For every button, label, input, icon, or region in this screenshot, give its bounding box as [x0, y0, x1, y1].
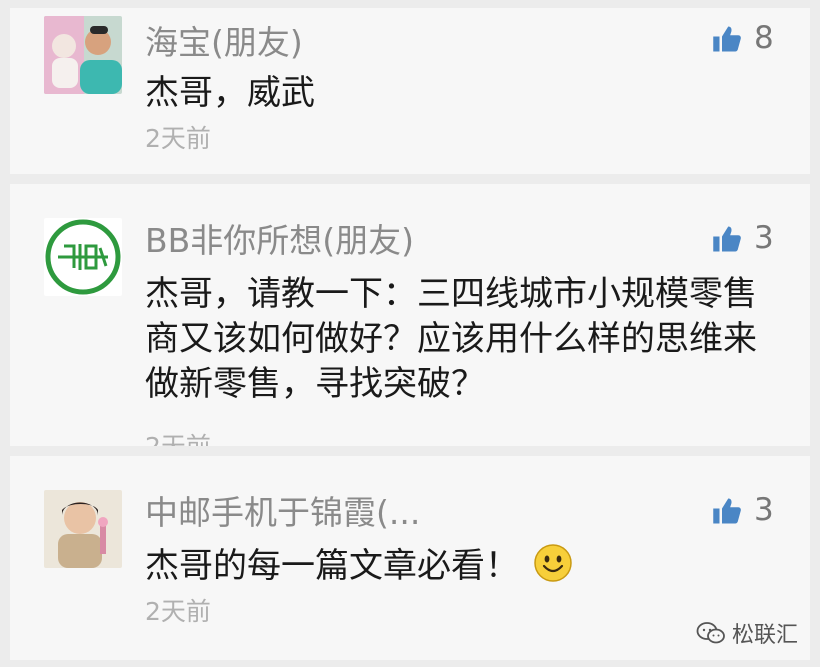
thumbs-up-icon [713, 26, 741, 51]
like-count: 3 [754, 220, 774, 256]
comment-content: 杰哥的每一篇文章必看！ [145, 543, 765, 589]
comment-author[interactable]: 海宝(朋友) [145, 26, 303, 59]
comment-card: 海宝(朋友) 8 杰哥，威武 2天前 [10, 8, 810, 174]
thumbs-up-icon [713, 226, 741, 251]
green-logo-icon [44, 218, 122, 296]
wechat-icon [696, 622, 725, 644]
thumbs-up-icon [713, 498, 741, 523]
comment-time: 2天前 [145, 597, 211, 626]
like-count: 3 [754, 492, 774, 528]
comment-author[interactable]: 中邮手机于锦霞(... [145, 496, 420, 529]
avatar[interactable] [44, 16, 122, 94]
watermark: 松联汇 [696, 617, 798, 649]
comment-text: 杰哥的每一篇文章必看！ [145, 546, 519, 586]
smile-emoji-icon [534, 544, 572, 582]
avatar[interactable] [44, 490, 122, 568]
comment-content: 杰哥，请教一下：三四线城市小规模零售商又该如何做好？应该用什么样的思维来做新零售… [145, 274, 757, 404]
watermark-label: 松联汇 [732, 623, 799, 648]
comment-time: 2天前 [145, 434, 211, 446]
like-button[interactable]: 3 [712, 223, 774, 254]
like-count: 8 [754, 20, 774, 56]
like-button[interactable]: 3 [712, 495, 774, 526]
like-button[interactable]: 8 [712, 23, 774, 54]
avatar[interactable] [44, 218, 122, 296]
avatar-photo-icon [44, 490, 122, 568]
comment-content: 杰哥，威武 [145, 73, 315, 113]
comment-author[interactable]: BB非你所想(朋友) [145, 224, 414, 257]
comment-time: 2天前 [145, 124, 211, 153]
avatar-photo-icon [44, 16, 122, 94]
comment-card: BB非你所想(朋友) 3 杰哥，请教一下：三四线城市小规模零售商又该如何做好？应… [10, 184, 810, 446]
comment-card: 中邮手机于锦霞(... 3 杰哥的每一篇文章必看！ 2天前 [10, 456, 810, 660]
